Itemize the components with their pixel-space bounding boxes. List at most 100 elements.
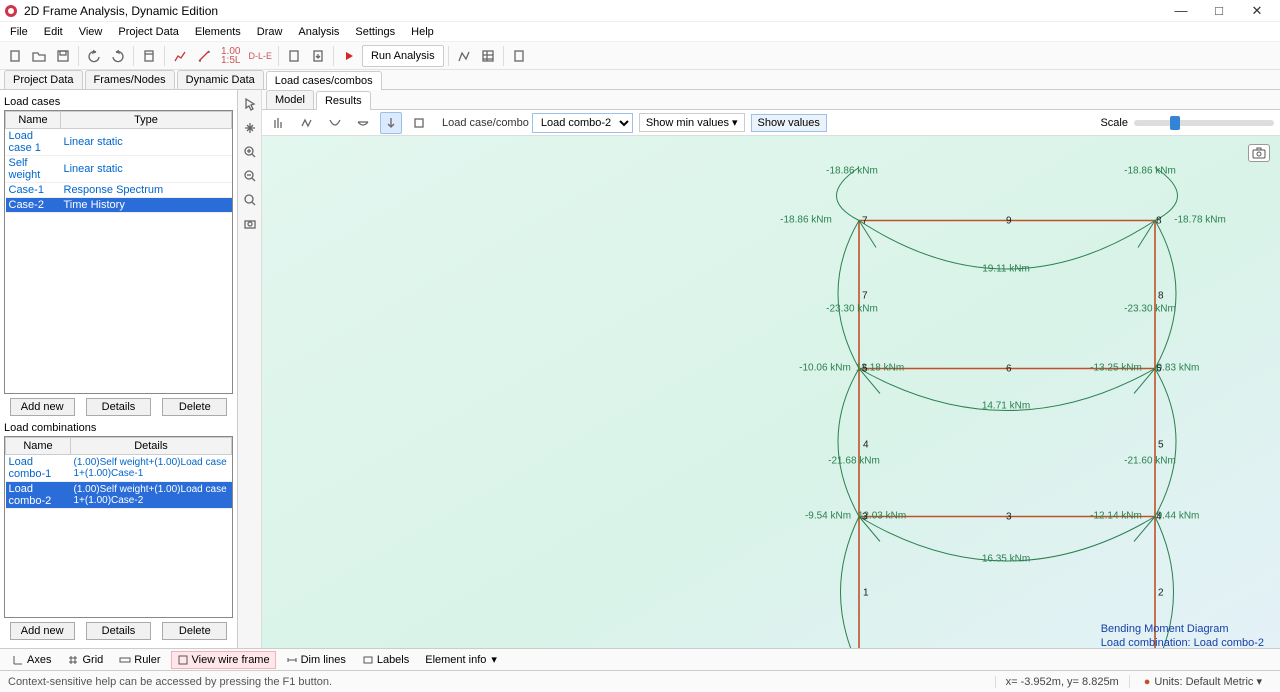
svg-text:-21.68 kNm: -21.68 kNm bbox=[828, 456, 880, 467]
screenshot-button[interactable] bbox=[1248, 144, 1270, 162]
load-cases-table: NameType Load case 1Linear static Self w… bbox=[5, 111, 232, 213]
stress-diagram-icon[interactable] bbox=[408, 112, 430, 134]
shear-diagram-icon[interactable] bbox=[296, 112, 318, 134]
loadcombos-add-button[interactable]: Add new bbox=[10, 622, 75, 640]
table-icon[interactable] bbox=[477, 45, 499, 67]
results-toolbar: Load case/combo Load combo-2 Show min va… bbox=[262, 110, 1280, 136]
show-values-button[interactable]: Show values bbox=[751, 114, 827, 132]
svg-text:4: 4 bbox=[863, 440, 869, 451]
dimlines-toggle[interactable]: Dim lines bbox=[280, 651, 352, 669]
deflection-diagram-icon[interactable] bbox=[352, 112, 374, 134]
diagram-canvas[interactable]: -18.86 kNm-18.86 kNm-18.86 kNm-18.78 kNm… bbox=[262, 136, 1280, 648]
svg-text:7: 7 bbox=[862, 216, 868, 227]
moment-diagram: -18.86 kNm-18.86 kNm-18.86 kNm-18.78 kNm… bbox=[262, 136, 1280, 648]
viewport-tools bbox=[238, 90, 262, 648]
loadcombos-delete-button[interactable]: Delete bbox=[162, 622, 227, 640]
status-units[interactable]: ●Units: Default Metric ▾ bbox=[1129, 675, 1272, 688]
ruler-toggle[interactable]: Ruler bbox=[113, 651, 166, 669]
loadcombo-dropdown[interactable]: Load combo-2 bbox=[532, 113, 633, 133]
save-icon[interactable] bbox=[52, 45, 74, 67]
load-combos-heading: Load combinations bbox=[4, 420, 233, 436]
axes-toggle[interactable]: Axes bbox=[6, 651, 57, 669]
labels-toggle[interactable]: Labels bbox=[356, 651, 415, 669]
menu-view[interactable]: View bbox=[79, 26, 103, 38]
minimize-button[interactable]: — bbox=[1162, 0, 1200, 22]
scale-label: Scale bbox=[1100, 117, 1128, 129]
loadcases-details-button[interactable]: Details bbox=[86, 398, 151, 416]
zoom-in-icon[interactable] bbox=[240, 142, 260, 162]
table-row[interactable]: Load combo-1(1.00)Self weight+(1.00)Load… bbox=[6, 455, 232, 482]
menu-elements[interactable]: Elements bbox=[195, 26, 241, 38]
svg-text:9.83 kNm: 9.83 kNm bbox=[1157, 363, 1200, 374]
menu-project-data[interactable]: Project Data bbox=[118, 26, 179, 38]
maximize-button[interactable]: □ bbox=[1200, 0, 1238, 22]
loadcases-col-name: Name bbox=[6, 112, 61, 129]
menu-settings[interactable]: Settings bbox=[355, 26, 395, 38]
svg-text:14.71 kNm: 14.71 kNm bbox=[982, 401, 1030, 412]
dimension-icon[interactable] bbox=[193, 45, 215, 67]
main-toolbar: 1.00 1:5L D-L-E Run Analysis bbox=[0, 42, 1280, 70]
status-bar: Context-sensitive help can be accessed b… bbox=[0, 670, 1280, 692]
menu-analysis[interactable]: Analysis bbox=[298, 26, 339, 38]
svg-text:16.35 kNm: 16.35 kNm bbox=[982, 554, 1030, 565]
menu-edit[interactable]: Edit bbox=[44, 26, 63, 38]
svg-text:4: 4 bbox=[1156, 512, 1162, 523]
close-button[interactable]: ✕ bbox=[1238, 0, 1276, 22]
tab-results[interactable]: Results bbox=[316, 91, 371, 110]
loadcases-delete-button[interactable]: Delete bbox=[162, 398, 227, 416]
svg-text:5: 5 bbox=[862, 364, 868, 375]
table-row[interactable]: Load combo-2(1.00)Self weight+(1.00)Load… bbox=[6, 482, 232, 509]
loadcases-col-type: Type bbox=[61, 112, 232, 129]
zoom-out-icon[interactable] bbox=[240, 166, 260, 186]
left-panel: Load cases NameType Load case 1Linear st… bbox=[0, 90, 238, 648]
play-icon[interactable] bbox=[338, 45, 360, 67]
run-analysis-label: Run Analysis bbox=[371, 50, 435, 62]
zoom-fit-icon[interactable] bbox=[240, 190, 260, 210]
sheet-icon[interactable] bbox=[138, 45, 160, 67]
report-icon[interactable] bbox=[508, 45, 530, 67]
assign-icon[interactable] bbox=[283, 45, 305, 67]
select-tool-icon[interactable] bbox=[240, 94, 260, 114]
redo-icon[interactable] bbox=[107, 45, 129, 67]
svg-text:3: 3 bbox=[1006, 512, 1012, 523]
window-title: 2D Frame Analysis, Dynamic Edition bbox=[24, 4, 1162, 18]
axial-diagram-icon[interactable] bbox=[268, 112, 290, 134]
grid-toggle[interactable]: Grid bbox=[61, 651, 109, 669]
zoom-window-icon[interactable] bbox=[240, 214, 260, 234]
svg-text:-21.60 kNm: -21.60 kNm bbox=[1124, 456, 1176, 467]
moment-diagram-icon[interactable] bbox=[324, 112, 346, 134]
table-row[interactable]: Load case 1Linear static bbox=[6, 129, 232, 156]
table-row[interactable]: Case-2Time History bbox=[6, 198, 232, 213]
export-icon[interactable] bbox=[307, 45, 329, 67]
loadcombos-details-button[interactable]: Details bbox=[86, 622, 151, 640]
minmax-dropdown[interactable]: Show min values ▾ bbox=[639, 113, 745, 132]
menu-draw[interactable]: Draw bbox=[257, 26, 283, 38]
menu-help[interactable]: Help bbox=[411, 26, 434, 38]
new-file-icon[interactable] bbox=[4, 45, 26, 67]
svg-text:-23.30 kNm: -23.30 kNm bbox=[1124, 304, 1176, 315]
tab-model[interactable]: Model bbox=[266, 90, 314, 109]
reaction-diagram-icon[interactable] bbox=[380, 112, 402, 134]
table-row[interactable]: Case-1Response Spectrum bbox=[6, 183, 232, 198]
tab-frames-nodes[interactable]: Frames/Nodes bbox=[85, 70, 175, 89]
tab-load-cases[interactable]: Load cases/combos bbox=[266, 71, 382, 90]
graph-icon[interactable] bbox=[169, 45, 191, 67]
svg-text:-23.30 kNm: -23.30 kNm bbox=[826, 304, 878, 315]
wireframe-toggle[interactable]: View wire frame bbox=[171, 651, 276, 669]
svg-text:1: 1 bbox=[863, 588, 869, 599]
svg-text:7: 7 bbox=[862, 291, 868, 302]
element-info-toggle[interactable]: Element info▾ bbox=[419, 650, 503, 669]
left-tabstrip: Project Data Frames/Nodes Dynamic Data L… bbox=[0, 70, 1280, 90]
undo-icon[interactable] bbox=[83, 45, 105, 67]
table-row[interactable]: Self weightLinear static bbox=[6, 156, 232, 183]
run-analysis-button[interactable]: Run Analysis bbox=[362, 45, 444, 67]
scale-slider[interactable] bbox=[1134, 120, 1274, 126]
deform-icon[interactable] bbox=[453, 45, 475, 67]
tab-dynamic-data[interactable]: Dynamic Data bbox=[177, 70, 264, 89]
menu-file[interactable]: File bbox=[10, 26, 28, 38]
loadcases-add-button[interactable]: Add new bbox=[10, 398, 75, 416]
open-folder-icon[interactable] bbox=[28, 45, 50, 67]
tab-project-data[interactable]: Project Data bbox=[4, 70, 83, 89]
loadcombos-col-details: Details bbox=[71, 438, 232, 455]
pan-tool-icon[interactable] bbox=[240, 118, 260, 138]
